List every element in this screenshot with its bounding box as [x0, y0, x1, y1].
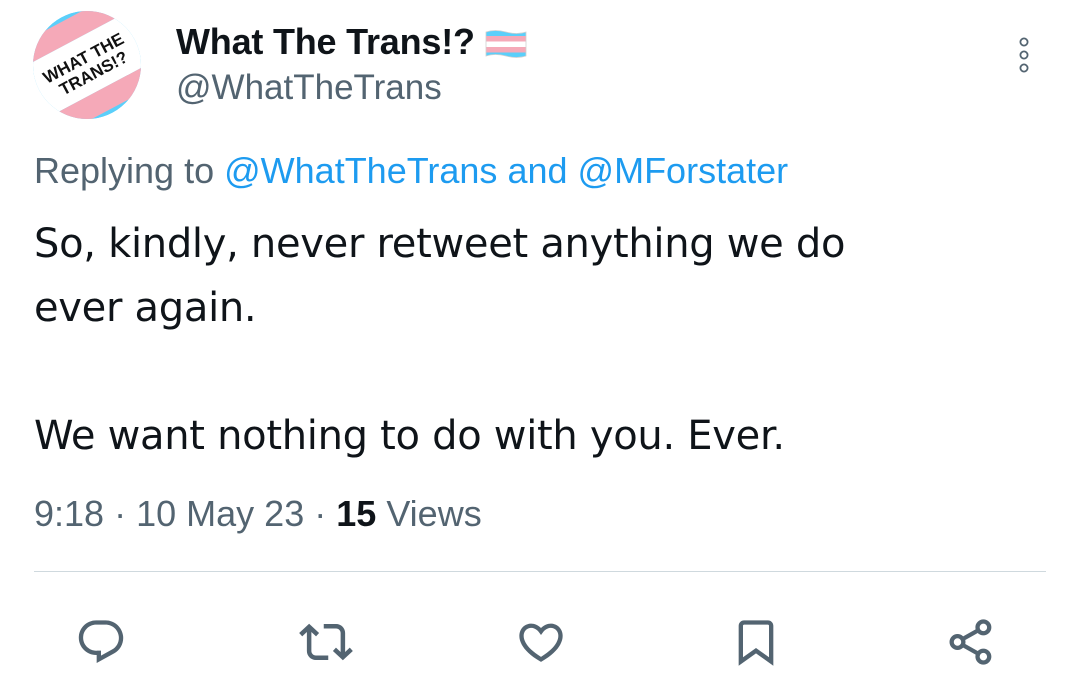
reply-button[interactable]: [73, 614, 129, 670]
tweet-time[interactable]: 9:18: [34, 493, 104, 534]
views-count[interactable]: 15: [336, 493, 376, 534]
like-button[interactable]: [513, 614, 569, 670]
bookmark-button[interactable]: [728, 614, 784, 670]
bookmark-icon: [738, 620, 774, 666]
more-vertical-icon: [1019, 37, 1029, 73]
display-name-row: What The Trans!?: [176, 18, 529, 66]
tweet-date[interactable]: 10 May 23: [136, 493, 304, 534]
share-icon: [949, 619, 992, 665]
more-options-button[interactable]: [1004, 28, 1044, 82]
tweet-text: So, kindly, never retweet anything we do…: [34, 212, 1034, 468]
transgender-flag-icon: [483, 29, 529, 59]
retweet-icon: [299, 623, 353, 661]
meta-separator: ·: [314, 493, 327, 534]
tweet-text-line: ever again.: [34, 285, 257, 331]
like-icon: [519, 623, 563, 662]
mention-link-mforstater[interactable]: @MForstater: [578, 150, 789, 191]
replying-prefix: Replying to: [34, 150, 215, 191]
reply-icon: [78, 620, 124, 664]
share-button[interactable]: [943, 614, 999, 670]
tweet-meta: 9:18 · 10 May 23 · 15 Views: [34, 493, 482, 535]
avatar-image: WHAT THE TRANS!?: [33, 11, 141, 119]
retweet-button[interactable]: [298, 614, 354, 670]
replying-conjunction: and: [507, 150, 568, 191]
tweet-text-line: So, kindly, never retweet anything we do: [34, 221, 846, 267]
avatar[interactable]: WHAT THE TRANS!?: [33, 11, 141, 119]
views-label: Views: [386, 493, 482, 534]
replying-to-line: Replying to @WhatTheTrans and @MForstate…: [34, 150, 788, 192]
tweet-text-line: We want nothing to do with you. Ever.: [34, 413, 785, 459]
display-name[interactable]: What The Trans!?: [176, 21, 475, 63]
user-handle[interactable]: @WhatTheTrans: [176, 68, 442, 108]
divider: [34, 571, 1046, 572]
mention-link-whatthetrans[interactable]: @WhatTheTrans: [224, 150, 497, 191]
meta-separator: ·: [114, 493, 127, 534]
